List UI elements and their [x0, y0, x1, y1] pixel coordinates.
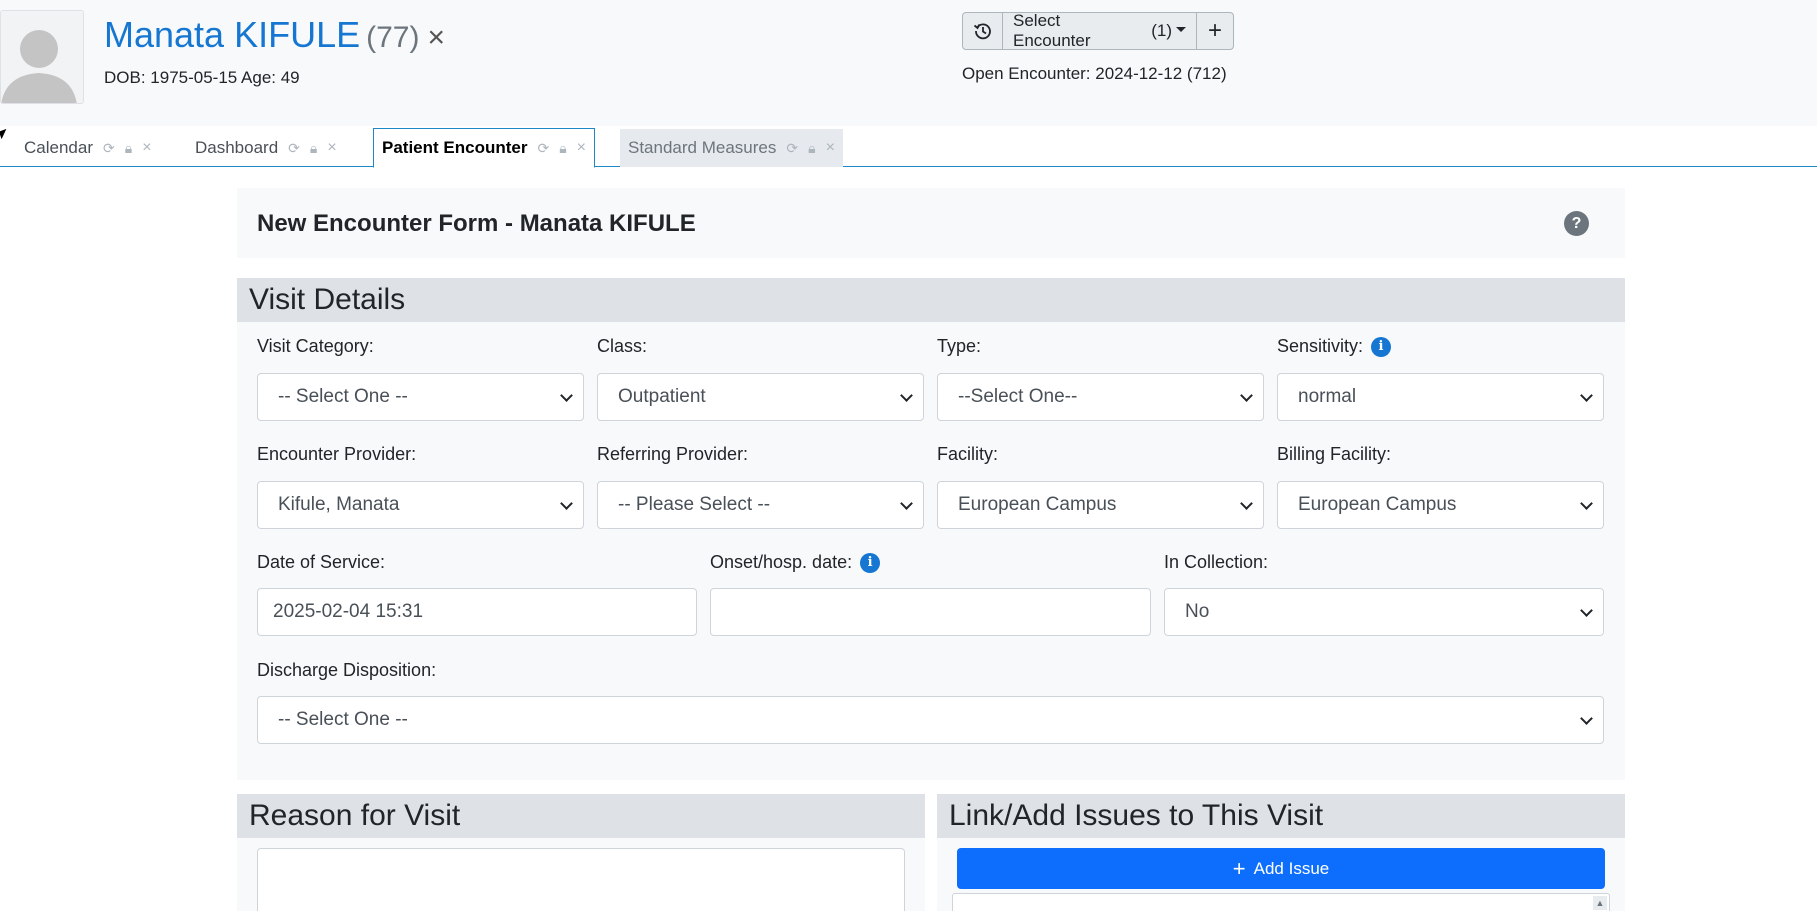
chevron-down-icon: [1580, 604, 1593, 617]
refresh-icon[interactable]: ⟳: [786, 140, 798, 157]
chevron-down-icon: [1240, 497, 1253, 510]
chevron-down-icon: [1580, 389, 1593, 402]
select-value: No: [1185, 601, 1210, 622]
type-select[interactable]: --Select One--: [937, 373, 1264, 421]
close-tab-icon[interactable]: ×: [327, 139, 336, 157]
reason-textarea[interactable]: [257, 848, 905, 911]
patient-dob-age: DOB: 1975-05-15 Age: 49: [104, 68, 300, 87]
sensitivity-label: Sensitivity:: [1277, 336, 1364, 356]
caret-down-icon: [1176, 26, 1186, 32]
lock-icon[interactable]: 🔒︎: [559, 140, 566, 157]
chevron-down-icon: [900, 497, 913, 510]
lock-icon[interactable]: 🔒︎: [125, 140, 132, 157]
sensitivity-label-row: Sensitivity: i: [1277, 336, 1392, 357]
onset-date-label-row: Onset/hosp. date: i: [710, 552, 881, 573]
tab-calendar[interactable]: Calendar ⟳ 🔒︎ ×: [16, 129, 160, 167]
refresh-icon[interactable]: ⟳: [288, 140, 300, 157]
open-encounter-text: Open Encounter: 2024-12-12 (712): [962, 64, 1227, 83]
close-patient-icon[interactable]: ×: [427, 21, 445, 54]
select-value: normal: [1298, 386, 1357, 407]
close-tab-icon[interactable]: ×: [826, 139, 835, 157]
onset-date-input[interactable]: [710, 588, 1151, 636]
select-value: -- Select One --: [278, 709, 408, 730]
patient-header: Manata KIFULE (77) × DOB: 1975-05-15 Age: …: [0, 0, 1817, 126]
refresh-icon[interactable]: ⟳: [537, 140, 549, 157]
onset-date-label: Onset/hosp. date:: [710, 552, 853, 572]
referring-provider-label: Referring Provider:: [597, 444, 749, 464]
encounter-count: (1): [1151, 21, 1172, 40]
encounter-provider-label: Encounter Provider:: [257, 444, 417, 464]
chevron-down-icon: [560, 497, 573, 510]
facility-select[interactable]: European Campus: [937, 481, 1264, 529]
chevron-down-icon: [1240, 389, 1253, 402]
billing-facility-label: Billing Facility:: [1277, 444, 1392, 464]
close-tab-icon[interactable]: ×: [577, 139, 586, 157]
visit-category-select[interactable]: -- Select One --: [257, 373, 584, 421]
select-value: Kifule, Manata: [278, 494, 400, 515]
date-of-service-label: Date of Service:: [257, 552, 386, 572]
refresh-icon[interactable]: ⟳: [103, 140, 115, 157]
tab-patient-encounter[interactable]: Patient Encounter ⟳ 🔒︎ ×: [373, 128, 595, 168]
section-heading: Reason for Visit: [237, 794, 925, 838]
tab-label: Calendar: [24, 138, 93, 157]
discharge-disposition-label: Discharge Disposition:: [257, 660, 437, 680]
info-icon[interactable]: i: [860, 552, 881, 573]
tab-label: Patient Encounter: [382, 138, 528, 157]
help-icon[interactable]: ?: [1564, 211, 1589, 236]
select-encounter-dropdown[interactable]: Select Encounter (1): [1003, 11, 1197, 50]
section-heading: Link/Add Issues to This Visit: [937, 794, 1625, 838]
type-label: Type:: [937, 336, 982, 356]
add-issue-button[interactable]: + Add Issue: [957, 848, 1605, 889]
select-value: -- Please Select --: [618, 494, 771, 515]
chevron-down-icon: [900, 389, 913, 402]
encounter-button-group: Select Encounter (1) +: [962, 11, 1234, 50]
select-value: -- Select One --: [278, 386, 408, 407]
class-label: Class:: [597, 336, 648, 356]
history-icon: [973, 23, 991, 40]
select-encounter-label: Select Encounter: [1013, 11, 1091, 50]
discharge-disposition-select[interactable]: -- Select One --: [257, 696, 1604, 744]
tab-label: Dashboard: [195, 138, 279, 157]
tab-label: Standard Measures: [628, 138, 777, 157]
select-value: European Campus: [1298, 494, 1457, 515]
tab-standard-measures[interactable]: Standard Measures ⟳ 🔒︎ ×: [620, 129, 843, 167]
info-icon[interactable]: i: [1371, 336, 1392, 357]
close-tab-icon[interactable]: ×: [142, 139, 151, 157]
facility-label: Facility:: [937, 444, 999, 464]
in-collection-label: In Collection:: [1164, 552, 1269, 572]
form-title-bar: New Encounter Form - Manata KIFULE ?: [237, 188, 1625, 258]
lock-icon[interactable]: 🔒︎: [808, 140, 815, 157]
date-of-service-input[interactable]: 2025-02-04 15:31: [257, 588, 697, 636]
plus-icon: +: [1232, 855, 1246, 881]
encounter-provider-select[interactable]: Kifule, Manata: [257, 481, 584, 529]
in-collection-select[interactable]: No: [1164, 588, 1604, 636]
class-select[interactable]: Outpatient: [597, 373, 924, 421]
select-value: --Select One--: [958, 386, 1078, 407]
page-title: New Encounter Form - Manata KIFULE: [257, 210, 696, 237]
section-heading: Visit Details: [237, 278, 1625, 322]
visit-category-label: Visit Category:: [257, 336, 374, 356]
patient-name[interactable]: Manata KIFULE: [104, 14, 360, 55]
patient-id: (77): [366, 21, 420, 54]
chevron-down-icon: [1580, 712, 1593, 725]
referring-provider-select[interactable]: -- Please Select --: [597, 481, 924, 529]
add-issue-label: Add Issue: [1253, 858, 1330, 878]
issue-list[interactable]: ▲: [952, 893, 1610, 911]
chevron-down-icon: [560, 389, 573, 402]
user-silhouette-icon: [1, 11, 83, 103]
sensitivity-select[interactable]: normal: [1277, 373, 1604, 421]
avatar[interactable]: [0, 10, 84, 104]
select-value: Outpatient: [618, 386, 706, 407]
scroll-up-arrow-icon[interactable]: ▲: [1593, 896, 1607, 910]
tab-bar: Calendar ⟳ 🔒︎ × Dashboard ⟳ 🔒︎ × Patient…: [0, 126, 1817, 168]
chevron-down-icon: [1580, 497, 1593, 510]
tab-dashboard[interactable]: Dashboard ⟳ 🔒︎ ×: [187, 129, 345, 167]
lock-icon[interactable]: 🔒︎: [310, 140, 317, 157]
patient-name-row: Manata KIFULE (77) ×: [104, 14, 445, 56]
select-value: European Campus: [958, 494, 1117, 515]
billing-facility-select[interactable]: European Campus: [1277, 481, 1604, 529]
encounter-history-button[interactable]: [963, 13, 1003, 49]
add-encounter-button[interactable]: +: [1197, 13, 1233, 49]
